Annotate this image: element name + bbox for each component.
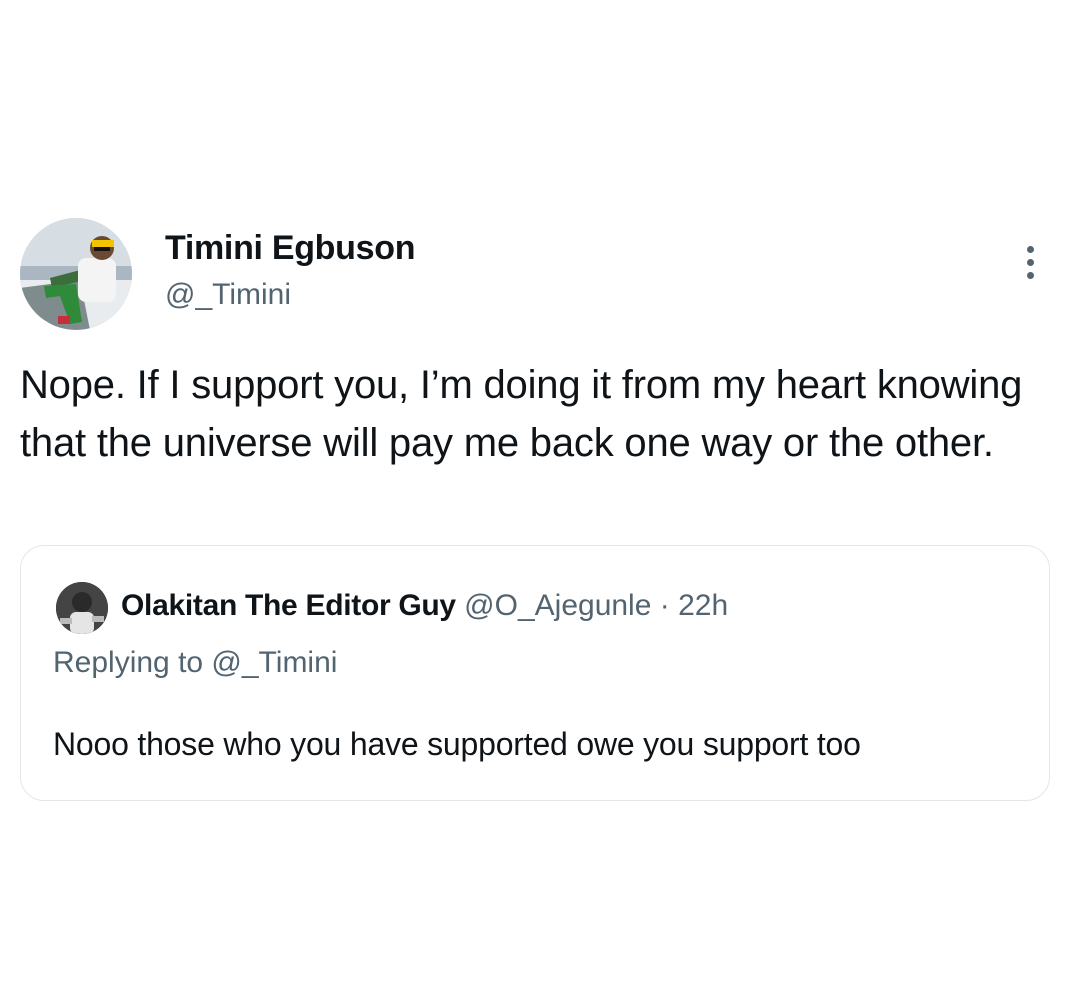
replying-to-label: Replying to @_Timini (53, 646, 338, 679)
author-avatar[interactable] (20, 218, 132, 330)
quoted-tweet-text: Nooo those who you have supported owe yo… (53, 726, 861, 762)
header-separator: · (651, 589, 679, 622)
quoted-tweet-timestamp[interactable]: 22h (678, 589, 728, 622)
author-handle[interactable]: @_Timini (165, 278, 291, 312)
quoted-author-handle[interactable]: @O_Ajegunle (464, 589, 651, 622)
quoted-author-name[interactable]: Olakitan The Editor Guy (121, 589, 456, 622)
more-vertical-icon (1026, 245, 1034, 253)
tweet-text: Nope. If I support you, I’m doing it fro… (20, 363, 1023, 465)
author-name[interactable]: Timini Egbuson (165, 229, 415, 268)
more-options-button[interactable] (1010, 238, 1050, 286)
tweet: Timini Egbuson @_Timini Nope. If I suppo… (0, 0, 1080, 997)
more-vertical-icon (1026, 271, 1034, 279)
quoted-tweet-card[interactable]: Olakitan The Editor Guy @O_Ajegunle · 22… (20, 545, 1050, 801)
more-vertical-icon (1026, 258, 1034, 266)
quoted-avatar-image (56, 582, 108, 634)
avatar-image (20, 218, 132, 330)
quoted-author-avatar[interactable] (56, 582, 108, 634)
quoted-tweet-header: Olakitan The Editor Guy @O_Ajegunle · 22… (121, 586, 728, 626)
